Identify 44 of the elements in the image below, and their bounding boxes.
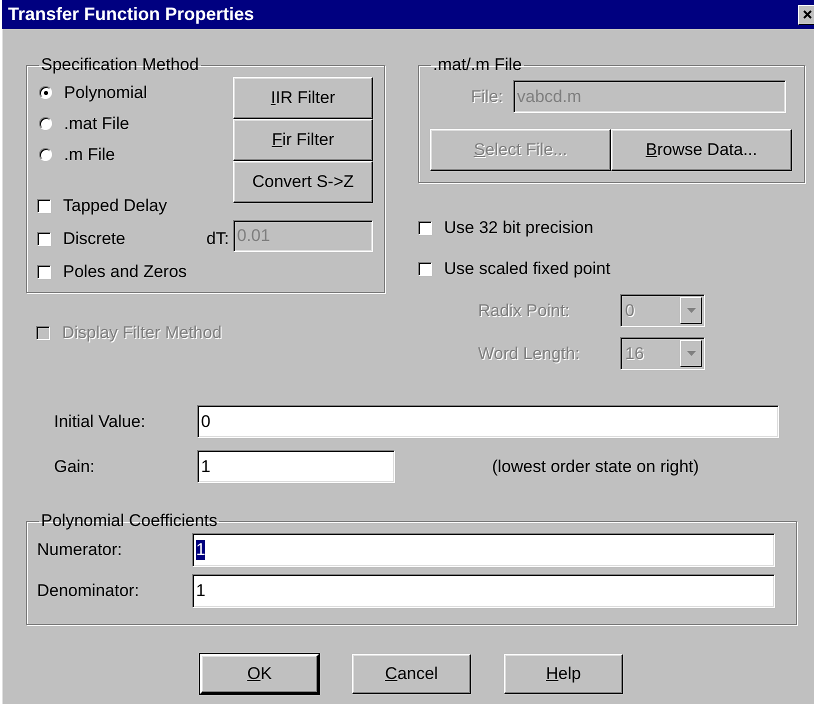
dialog-button[interactable]: OK [200, 654, 319, 694]
radio-button[interactable] [39, 148, 52, 161]
checkbox[interactable] [37, 198, 51, 212]
dt-label: dT: [206, 228, 229, 248]
dialog-button[interactable]: Cancel [352, 654, 471, 694]
input-field[interactable]: 1 [192, 533, 775, 567]
dialog-button[interactable]: Help [504, 654, 623, 694]
checkbox[interactable] [418, 262, 432, 276]
radio-label: .mat File [64, 114, 130, 134]
checkbox-label: Use 32 bit precision [444, 218, 594, 238]
radio-button[interactable] [39, 117, 52, 130]
field-label: Numerator: [37, 540, 124, 560]
checkbox[interactable] [37, 264, 51, 278]
filter-button[interactable]: Fir Filter [233, 119, 373, 161]
field-label: Radix Point: [478, 300, 571, 320]
checkbox[interactable] [37, 232, 51, 246]
dropdown-arrow-icon [686, 308, 696, 313]
field-label: Initial Value: [53, 412, 146, 432]
filter-button[interactable]: IIR Filter [233, 77, 373, 119]
input-field[interactable]: 1 [192, 574, 775, 608]
checkbox-label: Poles and Zeros [63, 262, 187, 282]
window-title: Transfer Function Properties [8, 4, 254, 25]
checkbox-label: Display Filter Method [62, 323, 222, 343]
input-field[interactable]: 1 [197, 450, 395, 483]
checkbox-label: Use scaled fixed point [444, 258, 610, 278]
checkbox-label: Tapped Delay [63, 196, 167, 216]
group-title: .mat/.m File [432, 55, 523, 75]
radio-label: Polynomial [64, 82, 148, 102]
checkbox[interactable] [418, 220, 432, 234]
radio-button[interactable] [39, 86, 52, 99]
group-title: Specification Method [40, 55, 200, 75]
file-label: File: [470, 86, 503, 106]
checkbox-label: Discrete [63, 228, 126, 248]
close-icon [802, 10, 812, 19]
hint-text: (lowest order state on right) [492, 456, 699, 476]
group-title: Polynomial Coefficients [40, 511, 218, 531]
field-label: Word Length: [478, 344, 581, 364]
close-button[interactable] [798, 4, 814, 24]
input-field[interactable]: 0 [197, 405, 779, 438]
dropdown-arrow-icon [686, 351, 696, 356]
field-label: Gain: [53, 456, 96, 476]
radio-label: .m File [64, 144, 115, 164]
field-label: Denominator: [37, 581, 140, 601]
filter-button[interactable]: Convert S->Z [233, 161, 373, 203]
